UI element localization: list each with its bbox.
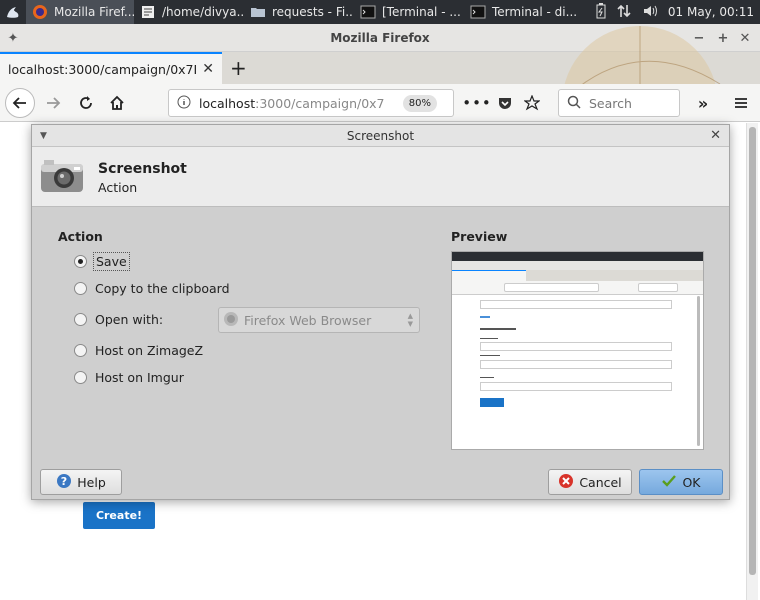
help-icon: ? xyxy=(56,473,72,492)
tab-title: localhost:3000/campaign/0x7F4C xyxy=(8,61,196,77)
taskbar: Mozilla Firef... /home/divya... requests… xyxy=(0,0,760,24)
search-bar[interactable]: Search xyxy=(558,89,680,117)
task-label: /home/divya... xyxy=(162,5,244,19)
volume-icon[interactable] xyxy=(642,3,658,22)
option-label: Copy to the clipboard xyxy=(95,281,230,296)
dialog-menu-icon[interactable]: ▼ xyxy=(40,131,47,141)
url-host: localhost xyxy=(199,95,256,111)
window-title: Mozilla Firefox xyxy=(330,30,430,45)
checkmark-icon xyxy=(661,473,677,492)
dialog-header: Screenshot Action xyxy=(32,147,729,207)
open-with-app-label: Firefox Web Browser xyxy=(244,312,372,328)
radio-open-with[interactable] xyxy=(74,313,87,326)
cancel-button[interactable]: Cancel xyxy=(548,469,632,495)
svg-text:?: ? xyxy=(61,475,67,488)
system-tray: 01 May, 00:11 xyxy=(596,2,760,22)
tab-close-icon[interactable]: ✕ xyxy=(202,61,214,77)
overflow-chevron-icon[interactable]: » xyxy=(688,88,718,118)
camera-icon xyxy=(40,159,84,196)
radio-host-zimagez[interactable] xyxy=(74,344,87,357)
zoom-indicator[interactable]: 80% xyxy=(402,95,437,112)
home-icon[interactable] xyxy=(102,88,132,118)
task-terminal-1[interactable]: [Terminal - ... xyxy=(354,0,464,24)
dialog-close-icon[interactable]: ✕ xyxy=(710,128,721,143)
dialog-header-title: Screenshot xyxy=(98,161,187,177)
new-tab-icon[interactable]: + xyxy=(230,56,247,80)
task-terminal-2[interactable]: Terminal - di... xyxy=(464,0,576,24)
search-placeholder: Search xyxy=(589,95,632,111)
task-label: [Terminal - ... xyxy=(382,5,461,19)
cancel-icon xyxy=(558,473,574,492)
screenshot-dialog: ▼ Screenshot ✕ Screenshot Action Action … xyxy=(31,124,730,500)
dialog-header-subtitle: Action xyxy=(98,180,138,195)
radio-save[interactable] xyxy=(74,255,87,268)
window-menu-icon[interactable]: ✦ xyxy=(2,24,24,52)
cancel-label: Cancel xyxy=(579,474,622,490)
option-label: Host on ZimageZ xyxy=(95,343,204,358)
help-label: Help xyxy=(77,474,106,490)
search-icon xyxy=(567,95,581,112)
whisker-menu-icon[interactable] xyxy=(0,0,26,24)
task-label: Terminal - di... xyxy=(492,5,576,19)
task-text-editor[interactable]: /home/divya... xyxy=(134,0,244,24)
tab-active[interactable]: localhost:3000/campaign/0x7F4C ✕ xyxy=(0,52,222,84)
battery-icon[interactable] xyxy=(596,2,606,22)
clock[interactable]: 01 May, 00:11 xyxy=(668,5,754,19)
firefox-icon xyxy=(223,311,239,330)
dialog-titlebar: ▼ Screenshot ✕ xyxy=(32,125,729,147)
dialog-title: Screenshot xyxy=(346,128,415,143)
reload-icon[interactable] xyxy=(71,88,101,118)
page-scrollbar[interactable] xyxy=(746,123,758,600)
create-button[interactable]: Create! xyxy=(83,502,155,529)
network-icon[interactable] xyxy=(616,3,632,22)
tab-bar: localhost:3000/campaign/0x7F4C ✕ + xyxy=(0,26,760,120)
option-copy-to-clipboard[interactable]: Copy to the clipboard xyxy=(74,281,230,296)
select-arrows-icon: ▲ ▼ xyxy=(407,312,413,328)
ok-label: OK xyxy=(682,474,701,490)
radio-host-imgur[interactable] xyxy=(74,371,87,384)
terminal-icon xyxy=(360,4,376,20)
task-label: requests - Fi... xyxy=(272,5,354,19)
screenshot-preview-image xyxy=(451,251,704,450)
url-bar[interactable]: localhost:3000/campaign/0x7 80% xyxy=(168,89,454,117)
help-button[interactable]: ? Help xyxy=(40,469,122,495)
info-icon[interactable] xyxy=(177,95,191,112)
scrollbar-thumb[interactable] xyxy=(749,127,756,575)
task-file-manager[interactable]: requests - Fi... xyxy=(244,0,354,24)
radio-copy-to-clipboard[interactable] xyxy=(74,282,87,295)
task-label: Mozilla Firef... xyxy=(54,5,134,19)
hamburger-menu-icon[interactable] xyxy=(726,88,756,118)
ok-button[interactable]: OK xyxy=(639,469,723,495)
option-open-with[interactable]: Open with: xyxy=(74,312,163,327)
bookmark-star-icon[interactable] xyxy=(517,88,547,118)
forward-icon[interactable] xyxy=(38,88,68,118)
back-icon[interactable] xyxy=(5,88,35,118)
page-actions-icon[interactable]: ••• xyxy=(462,88,492,118)
navigation-bar: localhost:3000/campaign/0x7 80% ••• Sear… xyxy=(0,84,760,122)
option-label: Host on Imgur xyxy=(95,370,184,385)
task-firefox[interactable]: Mozilla Firef... xyxy=(26,0,134,24)
option-label: Save xyxy=(93,252,130,271)
url-path: :3000/campaign/0x7 xyxy=(255,95,385,111)
url-text: localhost:3000/campaign/0x7 xyxy=(199,96,389,111)
open-with-app-select[interactable]: Firefox Web Browser ▲ ▼ xyxy=(218,307,420,333)
option-host-imgur[interactable]: Host on Imgur xyxy=(74,370,184,385)
pocket-icon[interactable] xyxy=(490,88,520,118)
terminal-icon xyxy=(470,4,486,20)
text-editor-icon xyxy=(140,4,156,20)
firefox-icon xyxy=(32,4,48,20)
folder-icon xyxy=(250,4,266,20)
option-label: Open with: xyxy=(95,312,164,327)
option-host-zimagez[interactable]: Host on ZimageZ xyxy=(74,343,203,358)
option-save[interactable]: Save xyxy=(74,252,130,271)
preview-section-label: Preview xyxy=(451,229,508,244)
action-section-label: Action xyxy=(58,229,103,244)
